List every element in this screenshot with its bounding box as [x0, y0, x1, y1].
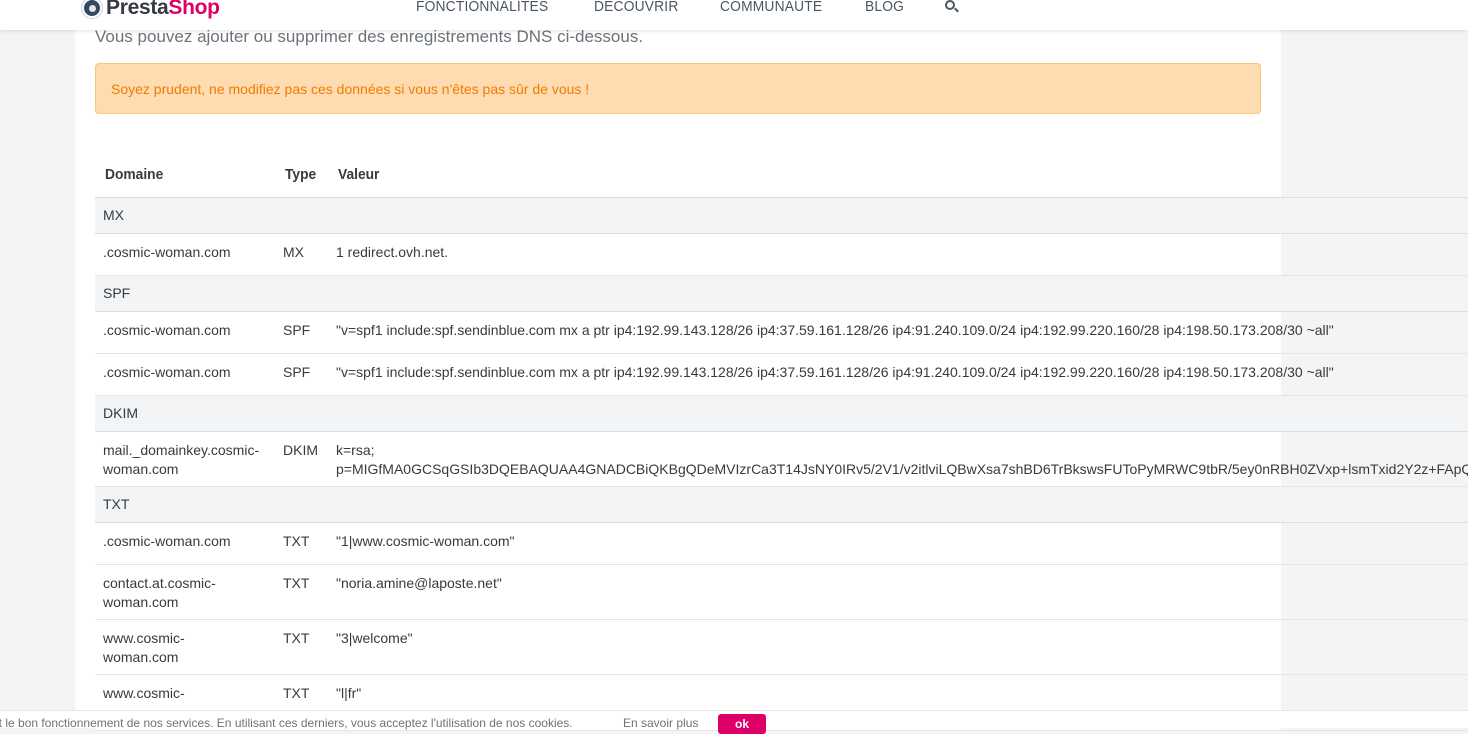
dns-intro-text: Vous pouvez ajouter ou supprimer des enr… — [95, 27, 644, 46]
cell-type: TXT — [283, 630, 310, 646]
dkim-value-line-2: p=MIGfMA0GCSqGSIb3DQEBAQUAA4GNADCBiQKBgQ… — [336, 461, 1468, 477]
group-row-mx: MX — [95, 198, 1468, 234]
cell-type: TXT — [283, 533, 310, 549]
table-row[interactable]: .cosmic-woman.com MX 1 redirect.ovh.net. — [95, 234, 1468, 276]
main-nav: FONCTIONNALITES DECOUVRIR COMMUNAUTE BLO… — [416, 0, 960, 15]
group-row-dkim: DKIM — [95, 396, 1468, 432]
table-row[interactable]: contact.at.cosmic-woman.com TXT "noria.a… — [95, 565, 1468, 620]
cookie-ok-button[interactable]: ok — [718, 714, 766, 734]
cell-value: "noria.amine@laposte.net" — [336, 575, 502, 591]
cell-domain: contact.at.cosmic-woman.com — [103, 575, 216, 610]
prestashop-logo[interactable]: PrestaShop — [82, 0, 220, 22]
cell-value: "l|fr" — [336, 685, 362, 701]
cell-domain: www.cosmic- — [103, 685, 185, 701]
group-row-txt: TXT — [95, 487, 1468, 523]
table-row[interactable]: .cosmic-woman.com SPF "v=spf1 include:sp… — [95, 312, 1468, 354]
warning-text: Soyez prudent, ne modifiez pas ces donné… — [111, 80, 590, 97]
group-row-spf: SPF — [95, 276, 1468, 312]
cell-type: SPF — [283, 364, 311, 380]
nav-blog[interactable]: BLOG — [865, 0, 904, 15]
cell-type: SPF — [283, 322, 311, 338]
column-header-type: Type — [285, 166, 317, 183]
cell-type: MX — [283, 244, 304, 260]
column-header-domain: Domaine — [105, 166, 164, 183]
table-row[interactable]: www.cosmic-woman.com TXT "3|welcome" — [95, 620, 1468, 675]
nav-communaute[interactable]: COMMUNAUTE — [720, 0, 822, 15]
group-label: MX — [103, 207, 124, 223]
cell-domain: .cosmic-woman.com — [103, 244, 231, 260]
cell-domain: .cosmic-woman.com — [103, 533, 231, 549]
prestashop-logo-icon — [82, 0, 102, 18]
table-row[interactable]: .cosmic-woman.com SPF "v=spf1 include:sp… — [95, 354, 1468, 396]
nav-decouvrir[interactable]: DECOUVRIR — [594, 0, 678, 15]
nav-fonctionnalites[interactable]: FONCTIONNALITES — [416, 0, 548, 15]
cell-value: "1|www.cosmic-woman.com" — [336, 533, 515, 549]
cell-value: "v=spf1 include:spf.sendinblue.com mx a … — [336, 364, 1334, 380]
cell-value: "3|welcome" — [336, 630, 413, 646]
table-header: Domaine Type Valeur — [95, 158, 1468, 198]
cell-value: k=rsa; p=MIGfMA0GCSqGSIb3DQEBAQUAA4GNADC… — [336, 441, 1468, 479]
table-row[interactable]: mail._domainkey.cosmic-woman.com DKIM k=… — [95, 432, 1468, 487]
cell-domain: mail._domainkey.cosmic-woman.com — [103, 442, 260, 477]
cell-type: TXT — [283, 575, 310, 591]
cookie-consent-bar: nt le bon fonctionnement de nos services… — [0, 710, 1468, 734]
cell-value: "v=spf1 include:spf.sendinblue.com mx a … — [336, 322, 1334, 338]
group-label: SPF — [103, 285, 131, 301]
cell-domain: .cosmic-woman.com — [103, 322, 231, 338]
cell-domain: www.cosmic-woman.com — [103, 630, 185, 665]
top-navigation-bar: PrestaShop FONCTIONNALITES DECOUVRIR COM… — [0, 0, 1468, 30]
cell-type: DKIM — [283, 442, 318, 458]
dns-records-table: Domaine Type Valeur MX .cosmic-woman.com… — [95, 158, 1468, 731]
cell-value: 1 redirect.ovh.net. — [336, 244, 449, 260]
group-label: DKIM — [103, 405, 138, 421]
logo-text: PrestaShop — [106, 0, 220, 19]
column-header-value: Valeur — [338, 166, 380, 183]
warning-alert: Soyez prudent, ne modifiez pas ces donné… — [95, 63, 1261, 114]
group-label: TXT — [103, 496, 130, 512]
dkim-value-line-1: k=rsa; — [336, 442, 375, 458]
search-icon[interactable] — [945, 0, 960, 14]
cell-domain: .cosmic-woman.com — [103, 364, 231, 380]
table-row[interactable]: .cosmic-woman.com TXT "1|www.cosmic-woma… — [95, 523, 1468, 565]
cell-type: TXT — [283, 685, 310, 701]
